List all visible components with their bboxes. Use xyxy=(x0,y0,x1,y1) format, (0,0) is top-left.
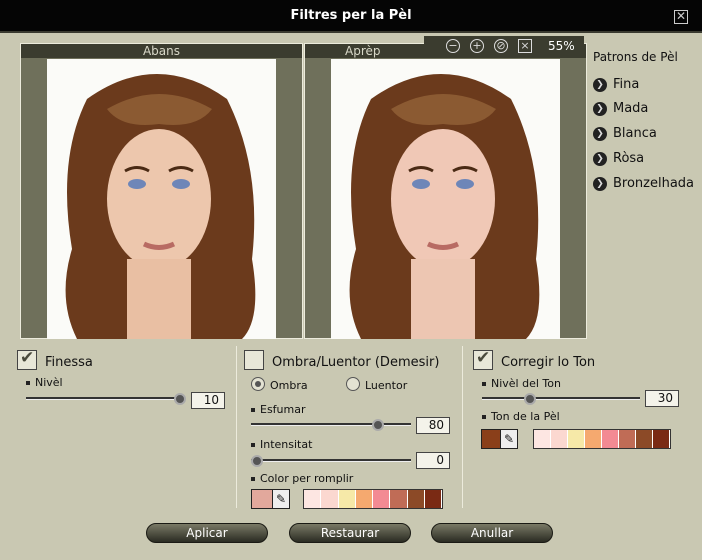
intensity-slider-track[interactable] xyxy=(251,459,411,462)
fill-color-label: Color per romplir xyxy=(251,472,353,485)
fill-color-swatch[interactable] xyxy=(251,489,273,509)
ombra-checkbox[interactable] xyxy=(244,350,264,370)
tone-checkbox[interactable] xyxy=(473,348,493,370)
tone-label: Corregir lo Ton xyxy=(501,355,596,370)
blur-slider-track[interactable] xyxy=(251,423,411,426)
tone-slider-thumb[interactable] xyxy=(524,393,536,405)
intensity-label: Intensitat xyxy=(251,438,312,451)
zoom-out-icon[interactable]: − xyxy=(446,39,460,53)
tone-slider-track[interactable] xyxy=(482,397,640,400)
radio-luentor[interactable] xyxy=(346,377,360,391)
zoom-in-icon[interactable]: + xyxy=(470,39,484,53)
bullet-arrow-icon: ❯ xyxy=(593,177,607,191)
restore-button[interactable]: Restaurar xyxy=(289,523,411,543)
radio-ombra-label: Ombra xyxy=(270,379,308,392)
radio-ombra[interactable] xyxy=(251,377,265,391)
radio-luentor-label: Luentor xyxy=(365,379,408,392)
before-label: Abans xyxy=(21,44,302,58)
window-title: Filtres per la Pèl xyxy=(290,8,412,23)
skin-tone-swatch[interactable] xyxy=(481,429,501,449)
cancel-button[interactable]: Anullar xyxy=(431,523,553,543)
close-icon[interactable]: ✕ xyxy=(674,10,688,24)
finessa-slider-track[interactable] xyxy=(26,397,182,400)
tone-level-label: Nivèl del Ton xyxy=(482,377,561,390)
zoom-toolbar: − + ⊘ × 55% xyxy=(424,36,584,56)
divider xyxy=(236,346,237,508)
eyedropper-icon[interactable]: ✎ xyxy=(272,489,290,509)
zoom-reset-icon[interactable]: ⊘ xyxy=(494,39,508,53)
fill-color-palette[interactable] xyxy=(303,489,443,509)
bullet-arrow-icon: ❯ xyxy=(593,152,607,166)
skin-tone-label: Ton de la Pèl xyxy=(482,410,560,423)
blur-slider-thumb[interactable] xyxy=(372,419,384,431)
finessa-label: Finessa xyxy=(45,355,93,370)
fit-icon[interactable]: × xyxy=(518,39,532,53)
eyedropper-icon[interactable]: ✎ xyxy=(500,429,518,449)
zoom-level: 55% xyxy=(548,39,575,53)
tone-level-value[interactable]: 30 xyxy=(645,390,679,407)
bullet-arrow-icon: ❯ xyxy=(593,102,607,116)
after-panel: Aprèp xyxy=(304,43,587,339)
blur-label: Esfumar xyxy=(251,403,306,416)
finessa-checkbox[interactable] xyxy=(17,348,37,370)
before-image xyxy=(47,59,276,339)
ombra-label: Ombra/Luentor (Demesir) xyxy=(272,355,440,370)
finessa-level-label: Nivèl xyxy=(26,376,63,389)
apply-button[interactable]: Aplicar xyxy=(146,523,268,543)
before-panel: Abans xyxy=(20,43,303,339)
blur-value[interactable]: 80 xyxy=(416,417,450,434)
finessa-slider-thumb[interactable] xyxy=(174,393,186,405)
finessa-level-value[interactable]: 10 xyxy=(191,392,225,409)
intensity-value[interactable]: 0 xyxy=(416,452,450,469)
bullet-arrow-icon: ❯ xyxy=(593,127,607,141)
divider xyxy=(462,346,463,508)
bullet-arrow-icon: ❯ xyxy=(593,78,607,92)
presets-title: Patrons de Pèl xyxy=(593,50,678,64)
skin-tone-palette[interactable] xyxy=(533,429,671,449)
title-bar: Filtres per la Pèl ✕ xyxy=(0,0,702,33)
intensity-slider-thumb[interactable] xyxy=(251,455,263,467)
after-image xyxy=(331,59,560,339)
